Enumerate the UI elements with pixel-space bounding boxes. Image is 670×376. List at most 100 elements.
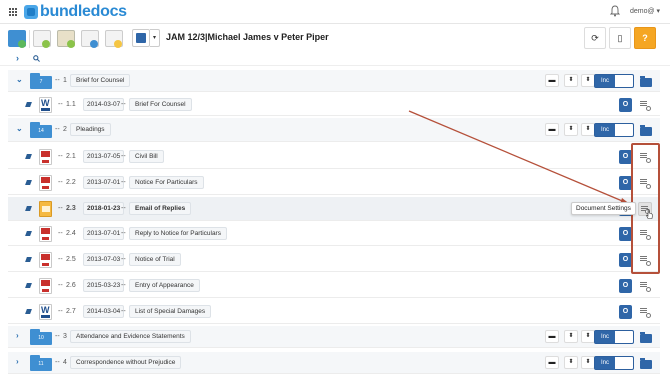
chevron-right-icon[interactable]: › — [16, 331, 19, 340]
document-row[interactable]: --2.32018-01-23--Email of RepliesO — [8, 197, 660, 221]
save-button[interactable] — [132, 29, 150, 47]
document-date[interactable]: 2018-01-23 — [83, 202, 125, 215]
row-dash: -- — [55, 77, 60, 84]
reorder-button[interactable]: ⬍ — [581, 356, 595, 369]
document-date[interactable]: 2015-03-23 — [83, 279, 125, 292]
include-label: Inc — [595, 331, 615, 343]
document-title[interactable]: List of Special Damages — [129, 305, 212, 318]
sort-button[interactable]: ⬍ — [564, 356, 578, 369]
chevron-down-icon[interactable]: ⌄ — [16, 75, 23, 84]
move-badge-icon — [114, 40, 122, 48]
document-date[interactable]: 2014-03-04 — [83, 305, 125, 318]
row-dash: -- — [58, 205, 63, 212]
folder-settings-icon[interactable] — [640, 332, 652, 343]
reorder-button[interactable]: ⬍ — [581, 74, 595, 87]
row-dash: -- — [58, 153, 63, 160]
save-dropdown-caret[interactable]: ▾ — [150, 29, 160, 47]
bell-icon[interactable] — [610, 5, 620, 17]
folder-settings-icon[interactable] — [640, 358, 652, 369]
section-row[interactable]: › 11 -- 4 Correspondence without Prejudice ▬ ⬍… — [8, 352, 660, 374]
drag-handle-icon[interactable] — [25, 206, 32, 211]
drag-handle-icon[interactable] — [25, 180, 32, 185]
include-toggle[interactable]: Inc — [594, 74, 634, 88]
row-dash: -- — [55, 126, 60, 133]
document-date[interactable]: 2014-03-07 — [83, 98, 125, 111]
section-title[interactable]: Attendance and Evidence Statements — [70, 330, 191, 343]
document-include-toggle[interactable]: O — [619, 98, 632, 112]
search-icon[interactable] — [33, 55, 40, 62]
document-date[interactable]: 2013-07-03 — [83, 253, 125, 266]
comments-button[interactable]: ▬ — [545, 356, 559, 369]
document-date[interactable]: 2013-07-01 — [83, 176, 125, 189]
expand-all-chevron-icon[interactable]: › — [16, 53, 19, 63]
refresh-button[interactable]: ⟳ — [584, 27, 606, 49]
chevron-right-icon[interactable]: › — [16, 357, 19, 366]
comments-button[interactable]: ▬ — [545, 330, 559, 343]
document-title[interactable]: Notice For Particulars — [129, 176, 204, 189]
user-menu[interactable]: demo@ ▾ — [630, 7, 660, 15]
logo[interactable]: bundledocs — [24, 3, 127, 21]
section-title[interactable]: Brief for Counsel — [70, 74, 131, 87]
reorder-button[interactable]: ⬍ — [581, 330, 595, 343]
drag-handle-icon[interactable] — [25, 283, 32, 288]
panel-icon: ▯ — [617, 32, 623, 43]
document-date[interactable]: 2013-07-05 — [83, 150, 125, 163]
refresh-icon: ⟳ — [591, 32, 599, 43]
panel-toggle-button[interactable]: ▯ — [609, 27, 631, 49]
section-row[interactable]: ⌄ 7 -- 1 Brief for Counsel ▬ ⬍ ⬍ Inc — [8, 70, 660, 92]
pdf-file-icon — [39, 278, 52, 294]
document-number: 2.7 — [66, 308, 76, 315]
document-title[interactable]: Civil Bill — [129, 150, 164, 163]
document-include-toggle[interactable]: O — [619, 305, 632, 319]
document-row[interactable]: -- 2.1 2013-07-05 -- Civil Bill O — [8, 145, 660, 169]
chevron-down-icon[interactable]: ⌄ — [16, 124, 23, 133]
drag-handle-icon[interactable] — [25, 257, 32, 262]
row-dash: -- — [58, 256, 63, 263]
drag-handle-icon[interactable] — [25, 309, 32, 314]
document-row[interactable]: -- 2.2 2013-07-01 -- Notice For Particulars O — [8, 171, 660, 195]
section-title[interactable]: Pleadings — [70, 123, 111, 136]
pdf-file-icon — [39, 175, 52, 191]
drag-handle-icon[interactable] — [25, 102, 32, 107]
document-title[interactable]: Notice of Trial — [129, 253, 181, 266]
sort-button[interactable]: ⬍ — [564, 74, 578, 87]
save-icon — [136, 33, 146, 43]
sort-button[interactable]: ⬍ — [564, 123, 578, 136]
document-settings-icon[interactable] — [638, 98, 652, 112]
document-settings-icon[interactable] — [638, 305, 652, 319]
document-row[interactable]: -- 2.5 2013-07-03 -- Notice of Trial O — [8, 248, 660, 272]
search-row: › — [0, 52, 670, 66]
document-row[interactable]: -- 2.6 2015-03-23 -- Entry of Appearance O — [8, 274, 660, 298]
comments-button[interactable]: ▬ — [545, 74, 559, 87]
section-title[interactable]: Correspondence without Prejudice — [70, 356, 182, 369]
section-row[interactable]: ⌄ 14 -- 2 Pleadings ▬ ⬍ ⬍ Inc — [8, 118, 660, 142]
include-toggle[interactable]: Inc — [594, 330, 634, 344]
document-number: 2.2 — [66, 179, 76, 186]
document-title[interactable]: Email of Replies — [129, 202, 192, 215]
document-date[interactable]: 2013-07-01 — [83, 227, 125, 240]
reorder-button[interactable]: ⬍ — [581, 123, 595, 136]
help-button[interactable]: ? — [634, 27, 656, 49]
comments-button[interactable]: ▬ — [545, 123, 559, 136]
drag-handle-icon[interactable] — [25, 231, 32, 236]
drag-handle-icon[interactable] — [25, 154, 32, 159]
folder-settings-icon[interactable] — [640, 125, 652, 136]
word-file-icon: W — [39, 97, 52, 113]
bundledocs-logo-icon — [24, 5, 38, 19]
include-toggle[interactable]: Inc — [594, 123, 634, 137]
document-include-toggle[interactable]: O — [619, 279, 632, 293]
apps-grid-icon[interactable] — [8, 7, 17, 16]
document-title[interactable]: Brief For Counsel — [129, 98, 192, 111]
document-row[interactable]: W -- 1.1 2014-03-07 -- Brief For Counsel O — [8, 94, 660, 116]
date-dash: -- — [121, 153, 126, 160]
sort-button[interactable]: ⬍ — [564, 330, 578, 343]
document-row[interactable]: W -- 2.7 2014-03-04 -- List of Special Damage… — [8, 300, 660, 324]
section-number: 2 — [63, 126, 67, 133]
folder-settings-icon[interactable] — [640, 76, 652, 87]
document-settings-icon[interactable] — [638, 279, 652, 293]
include-toggle[interactable]: Inc — [594, 356, 634, 370]
document-title[interactable]: Entry of Appearance — [129, 279, 200, 292]
document-title[interactable]: Reply to Notice for Particulars — [129, 227, 227, 240]
document-row[interactable]: -- 2.4 2013-07-01 -- Reply to Notice for Par… — [8, 222, 660, 246]
section-row[interactable]: › 10 -- 3 Attendance and Evidence Statements… — [8, 326, 660, 348]
